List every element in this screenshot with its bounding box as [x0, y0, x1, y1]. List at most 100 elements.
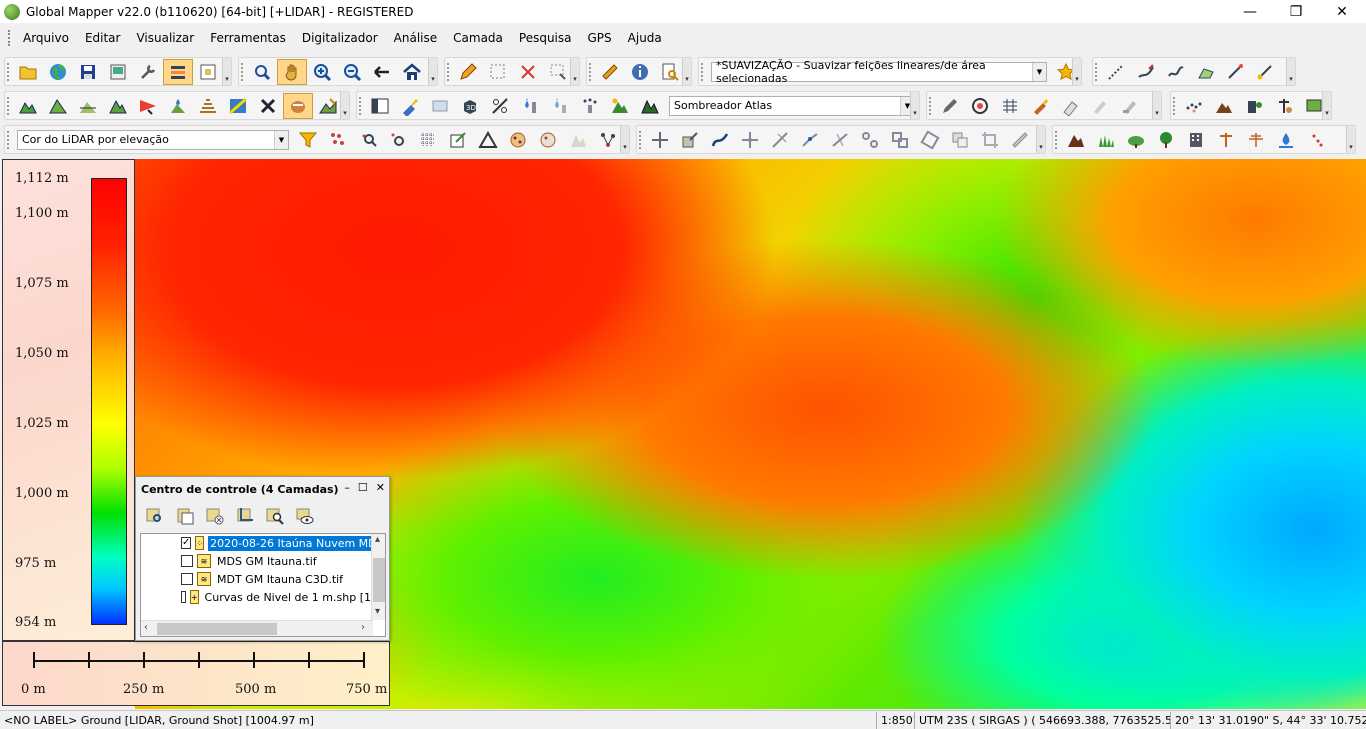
water-drop-level-icon[interactable]: [515, 93, 545, 119]
menu-arquivo[interactable]: Arquivo: [15, 31, 77, 45]
layer-crop-icon[interactable]: [230, 503, 260, 529]
view-shed-icon[interactable]: [133, 93, 163, 119]
back-arrow-icon[interactable]: [367, 59, 397, 85]
line-edit-icon[interactable]: [1221, 59, 1251, 85]
vertical-scrollbar[interactable]: ▴ ▾: [371, 534, 385, 620]
toolbar-overflow-button[interactable]: ▾: [1346, 126, 1355, 153]
line-join-icon[interactable]: [795, 127, 825, 153]
brush-tool-icon[interactable]: [1025, 93, 1055, 119]
terrain-edit-icon[interactable]: [313, 93, 343, 119]
layer-row[interactable]: ≋ MDT GM Itauna C3D.tif: [141, 570, 373, 588]
toolbar-overflow-button[interactable]: ▾: [340, 92, 349, 119]
terrain-flatten-icon[interactable]: [73, 93, 103, 119]
toolbar-overflow-button[interactable]: ▾: [1152, 92, 1161, 119]
triangle-warning-icon[interactable]: [473, 127, 503, 153]
powerline-classify-icon[interactable]: [1269, 93, 1299, 119]
layer-search-icon[interactable]: [260, 503, 290, 529]
lidar-pattern-icon[interactable]: [503, 127, 533, 153]
lidar-filter-icon[interactable]: [293, 127, 323, 153]
area-select-icon[interactable]: [543, 59, 573, 85]
menu-digitalizador[interactable]: Digitalizador: [294, 31, 386, 45]
layer-row[interactable]: ≋ MDS GM Itauna.tif: [141, 552, 373, 570]
toolbar-overflow-button[interactable]: ▾: [570, 58, 579, 85]
lidar-edit-icon[interactable]: [443, 127, 473, 153]
grid-create-icon[interactable]: [995, 93, 1025, 119]
scroll-up-icon[interactable]: ▴: [375, 534, 380, 545]
dotted-line-icon[interactable]: [1101, 59, 1131, 85]
open-folder-icon[interactable]: [13, 59, 43, 85]
close-button[interactable]: ✕: [1319, 0, 1365, 23]
toolbar-overflow-button[interactable]: ▾: [1072, 58, 1081, 85]
path-profile-icon[interactable]: [425, 93, 455, 119]
3d-view-icon[interactable]: 3D: [455, 93, 485, 119]
layer-visibility-checkbox[interactable]: [181, 573, 193, 585]
power-line-icon[interactable]: [1241, 127, 1271, 153]
menu-pesquisa[interactable]: Pesquisa: [511, 31, 580, 45]
terrain-profile-icon[interactable]: [13, 93, 43, 119]
raster-calc-icon[interactable]: [223, 93, 253, 119]
shrub-icon[interactable]: [1121, 127, 1151, 153]
menu-editar[interactable]: Editar: [77, 31, 129, 45]
toolbar-overflow-button[interactable]: ▾: [1286, 58, 1295, 85]
building-icon[interactable]: [1181, 127, 1211, 153]
lidar-query-icon[interactable]: [383, 127, 413, 153]
rotate-area-icon[interactable]: [915, 127, 945, 153]
scroll-right-icon[interactable]: ›: [361, 622, 365, 633]
color-picker-icon[interactable]: [395, 93, 425, 119]
globe-icon[interactable]: [43, 59, 73, 85]
shader-select[interactable]: Sombreador Atlas ▼: [669, 95, 915, 116]
layer-close-icon[interactable]: [200, 503, 230, 529]
overview-map-icon[interactable]: [193, 59, 223, 85]
chevron-down-icon[interactable]: ▼: [1032, 62, 1046, 81]
layer-list[interactable]: ✓ ⁘ 2020-08-26 Itaúna Nuvem MDS ≋ MDS GM…: [140, 533, 386, 637]
water-flood-icon[interactable]: [545, 93, 575, 119]
toolbar-overflow-button[interactable]: ▾: [1036, 126, 1045, 153]
terrain-feature-icon[interactable]: [1061, 127, 1091, 153]
layout-panels-icon[interactable]: [365, 93, 395, 119]
toolbar-overflow-button[interactable]: ▾: [222, 58, 231, 85]
layer-visibility-checkbox[interactable]: [181, 591, 186, 603]
menu-visualizar[interactable]: Visualizar: [128, 31, 202, 45]
restore-button[interactable]: ❐: [1273, 0, 1319, 23]
lidar-grid-icon[interactable]: [413, 127, 443, 153]
chevron-down-icon[interactable]: ▼: [274, 130, 288, 149]
terrain-volume-icon[interactable]: [43, 93, 73, 119]
layer-visibility-checkbox[interactable]: [181, 555, 193, 567]
mountain-peaks-icon[interactable]: [635, 93, 665, 119]
curve-line-icon[interactable]: [1161, 59, 1191, 85]
watershed-icon[interactable]: [163, 93, 193, 119]
panel-close-button[interactable]: ✕: [376, 481, 385, 494]
search-document-icon[interactable]: [655, 59, 685, 85]
split-line-icon[interactable]: [765, 127, 795, 153]
menu-ajuda[interactable]: Ajuda: [620, 31, 670, 45]
panel-maximize-button[interactable]: ☐: [358, 481, 368, 494]
contour-gen-icon[interactable]: [193, 93, 223, 119]
pan-hand-icon[interactable]: [277, 58, 307, 85]
crop-icon[interactable]: [975, 127, 1005, 153]
ground-classify-icon[interactable]: [1209, 93, 1239, 119]
draw-line-icon[interactable]: [1131, 59, 1161, 85]
peak-star-icon[interactable]: [605, 93, 635, 119]
home-icon[interactable]: [397, 59, 427, 85]
power-pole-icon[interactable]: [1211, 127, 1241, 153]
pen-disabled-icon[interactable]: [1085, 93, 1115, 119]
ruler-pencil-icon[interactable]: [1005, 127, 1035, 153]
control-center-icon[interactable]: [163, 58, 193, 85]
feature-info-icon[interactable]: [625, 59, 655, 85]
layer-row[interactable]: ✓ ⁘ 2020-08-26 Itaúna Nuvem MDS: [141, 534, 373, 552]
horizontal-scrollbar[interactable]: ‹ ›: [141, 620, 373, 636]
tree-icon[interactable]: [1151, 127, 1181, 153]
move-vertex-icon[interactable]: [735, 127, 765, 153]
lidar-color-select[interactable]: Cor do LiDAR por elevação ▼: [17, 129, 289, 150]
lidar-disabled-icon[interactable]: [563, 127, 593, 153]
reshape-icon[interactable]: [705, 127, 735, 153]
terrain-grid-icon[interactable]: [103, 93, 133, 119]
point-spray-icon[interactable]: [575, 93, 605, 119]
workspace-icon[interactable]: [103, 59, 133, 85]
pencil-icon[interactable]: [453, 59, 483, 85]
minimize-button[interactable]: —: [1227, 0, 1273, 23]
select-rectangle-icon[interactable]: [483, 59, 513, 85]
crossed-tools-icon[interactable]: [253, 93, 283, 119]
noise-points-icon[interactable]: [1301, 127, 1331, 153]
measure-ruler-icon[interactable]: [595, 59, 625, 85]
